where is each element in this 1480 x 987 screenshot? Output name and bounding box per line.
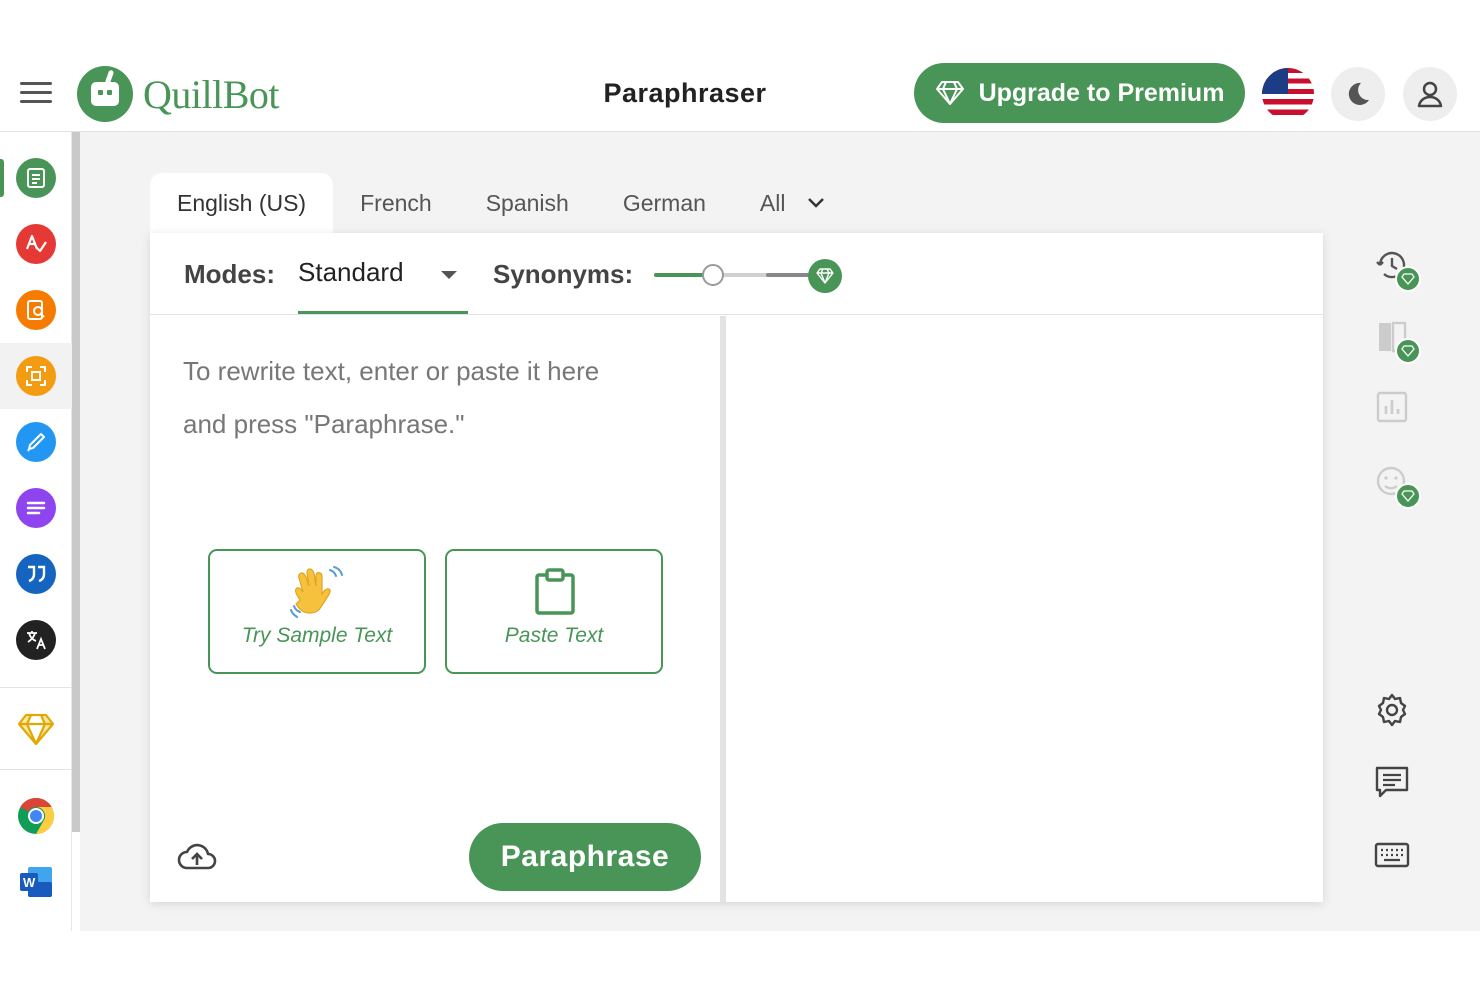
try-sample-text-label: Try Sample Text [241, 624, 393, 647]
tab-all[interactable]: All [733, 173, 853, 233]
sidebar-item-summarizer[interactable] [0, 475, 72, 541]
tab-spanish[interactable]: Spanish [459, 173, 596, 233]
chrome-icon [18, 798, 55, 834]
try-sample-text-button[interactable]: Try Sample Text [208, 549, 426, 674]
modes-label: Modes: [184, 259, 275, 289]
diamond-icon [17, 713, 55, 746]
input-placeholder[interactable]: To rewrite text, enter or paste it here … [183, 345, 683, 451]
upgrade-button[interactable]: Upgrade to Premium [914, 63, 1245, 123]
tool-sidebar: W [0, 132, 72, 931]
language-tabs: English (US) French Spanish German All [150, 173, 852, 233]
tone-button[interactable] [1367, 457, 1421, 509]
premium-badge-icon [1395, 338, 1421, 364]
paste-text-label: Paste Text [504, 624, 604, 647]
keyboard-icon [1374, 842, 1410, 868]
quote-icon [16, 554, 56, 594]
waving-hand-icon [290, 566, 343, 618]
paste-text-button[interactable]: Paste Text [445, 549, 663, 674]
caret-down-icon [441, 271, 457, 279]
mode-selected: Standard [298, 257, 404, 287]
synonyms-slider[interactable] [654, 259, 844, 293]
pen-icon [16, 422, 56, 462]
sidebar-item-paraphraser[interactable] [0, 145, 72, 211]
word-icon: W [20, 867, 52, 897]
translate-icon [16, 620, 56, 660]
paraphraser-icon [16, 158, 56, 198]
sidebar-item-ai-detector[interactable] [0, 343, 72, 409]
modes-bar: Modes: Standard Synonyms: [150, 233, 1323, 315]
sidebar-item-co-writer[interactable] [0, 409, 72, 475]
tab-all-label: All [759, 189, 786, 216]
premium-badge-icon [1395, 483, 1421, 509]
paraphraser-card: Modes: Standard Synonyms: To rewrite tex… [150, 233, 1323, 902]
upload-icon[interactable] [177, 842, 217, 877]
diamond-icon [935, 81, 964, 105]
us-flag-icon[interactable] [1262, 68, 1314, 120]
user-icon [1417, 81, 1443, 108]
statistics-button[interactable] [1367, 382, 1417, 432]
plagiarism-icon [16, 290, 56, 330]
main-area: English (US) French Spanish German All M… [80, 132, 1480, 931]
premium-diamond-icon [808, 259, 842, 293]
keyboard-shortcuts-button[interactable] [1367, 830, 1417, 880]
placeholder-line-1: To rewrite text, enter or paste it here [183, 356, 600, 386]
clipboard-icon [535, 568, 575, 615]
upgrade-label: Upgrade to Premium [978, 78, 1225, 107]
paraphrase-button[interactable]: Paraphrase [469, 823, 701, 891]
history-button[interactable] [1367, 240, 1421, 292]
sidebar-item-premium[interactable] [0, 696, 72, 762]
output-pane[interactable] [726, 316, 1323, 902]
feedback-button[interactable] [1367, 757, 1417, 807]
summarizer-icon [16, 488, 56, 528]
synonyms-label: Synonyms: [493, 259, 634, 289]
sidebar-item-translator[interactable] [0, 607, 72, 673]
feedback-icon [1375, 766, 1409, 798]
svg-text:W: W [23, 875, 36, 890]
dark-mode-button[interactable] [1331, 67, 1385, 121]
mode-select[interactable]: Standard [298, 251, 468, 314]
sidebar-item-grammar[interactable] [0, 211, 72, 277]
ai-detector-icon [16, 356, 56, 396]
chevron-down-icon [808, 198, 825, 208]
settings-button[interactable] [1367, 685, 1417, 735]
tab-french[interactable]: French [333, 173, 459, 233]
placeholder-line-2: and press "Paraphrase." [183, 409, 465, 439]
tab-english-us[interactable]: English (US) [150, 173, 334, 233]
sidebar-item-chrome-extension[interactable] [0, 783, 72, 849]
premium-badge-icon [1395, 266, 1421, 292]
synonyms-slider-thumb[interactable] [702, 264, 724, 286]
top-bar: QuillBot Paraphraser Upgrade to Premium [0, 56, 1480, 132]
statistics-icon [1376, 391, 1408, 423]
sidebar-item-plagiarism[interactable] [0, 277, 72, 343]
settings-icon [1377, 693, 1407, 727]
sidebar-scrollbar[interactable] [72, 132, 80, 832]
account-button[interactable] [1403, 67, 1457, 121]
compare-modes-button[interactable] [1367, 312, 1421, 364]
moon-icon [1348, 82, 1369, 105]
tab-german[interactable]: German [596, 173, 733, 233]
sidebar-item-citation[interactable] [0, 541, 72, 607]
sidebar-item-word-addin[interactable]: W [0, 849, 72, 915]
grammar-check-icon [16, 224, 56, 264]
